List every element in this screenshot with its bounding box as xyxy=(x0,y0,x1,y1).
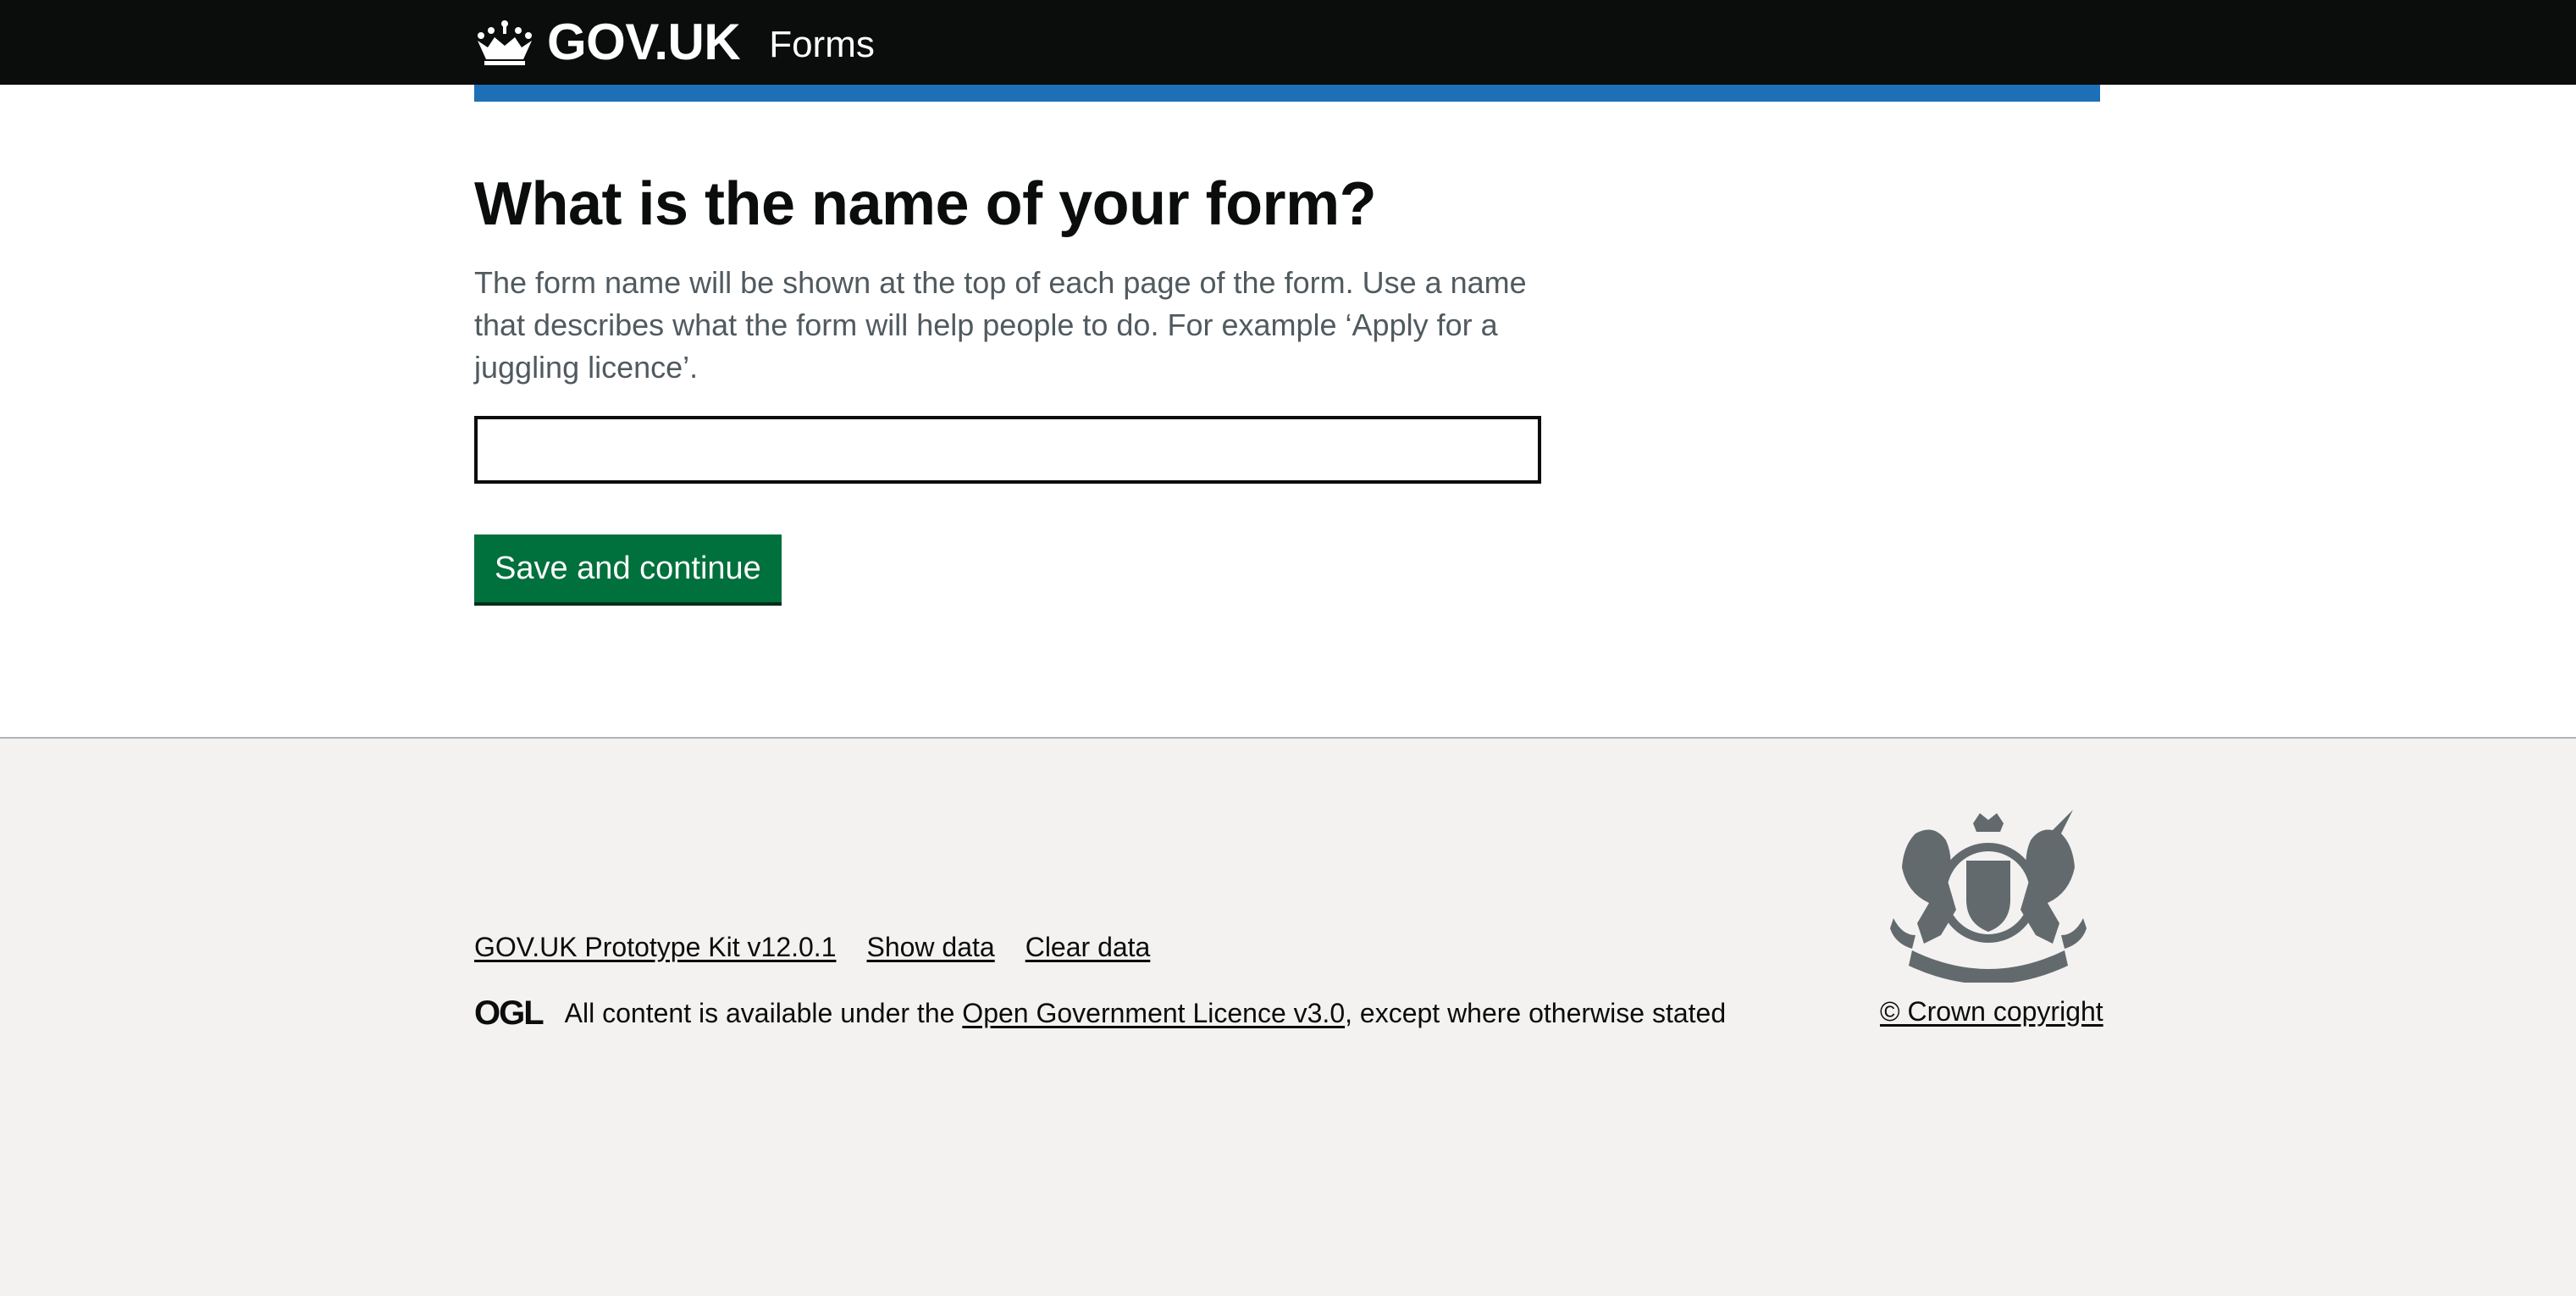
footer-links: GOV.UK Prototype Kit v12.0.1 Show data C… xyxy=(474,932,1150,963)
header-brand: GOV.UK Forms xyxy=(474,15,875,69)
licence-statement: OGL All content is available under the O… xyxy=(474,996,1726,1030)
show-data-link[interactable]: Show data xyxy=(866,932,994,963)
clear-data-link[interactable]: Clear data xyxy=(1025,932,1151,963)
crown-icon xyxy=(474,19,535,66)
prototype-kit-link[interactable]: GOV.UK Prototype Kit v12.0.1 xyxy=(474,932,836,963)
header-accent-bar xyxy=(474,85,2100,102)
licence-text: All content is available under the Open … xyxy=(565,998,1726,1029)
licence-suffix: , except where otherwise stated xyxy=(1345,997,1727,1028)
govuk-logotype: GOV.UK xyxy=(547,14,741,70)
site-footer: GOV.UK Prototype Kit v12.0.1 Show data C… xyxy=(0,737,2576,1296)
form-name-hint: The form name will be shown at the top o… xyxy=(474,264,1527,385)
page-title: What is the name of your form? xyxy=(474,170,1377,238)
govuk-homepage-link[interactable]: GOV.UK xyxy=(474,14,741,70)
ogl-logo-icon: OGL xyxy=(474,994,544,1032)
site-header: GOV.UK Forms xyxy=(0,0,2576,85)
main-content: What is the name of your form? The form … xyxy=(474,169,2100,602)
royal-coat-of-arms-icon xyxy=(1882,808,2095,987)
save-and-continue-button[interactable]: Save and continue xyxy=(474,534,782,602)
crown-copyright-link[interactable]: © Crown copyright xyxy=(1880,996,2103,1027)
service-name-link[interactable]: Forms xyxy=(769,21,875,64)
form-name-input[interactable] xyxy=(474,415,1541,484)
licence-prefix: All content is available under the xyxy=(564,997,963,1028)
open-government-licence-link[interactable]: Open Government Licence v3.0 xyxy=(962,998,1345,1028)
